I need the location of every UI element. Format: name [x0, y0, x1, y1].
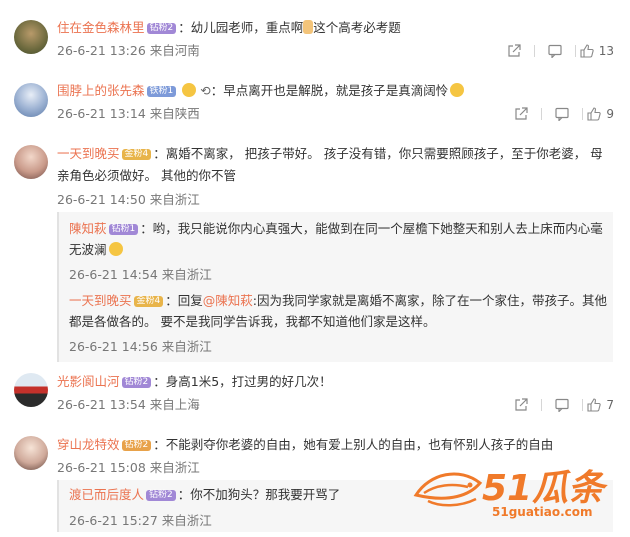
- comment-meta: 26-6-21 13:26 来自河南: [57, 43, 200, 58]
- like-button[interactable]: 9: [587, 106, 614, 122]
- watermark-brand: 51瓜条: [482, 468, 605, 509]
- fan-badge: 铁粉1: [146, 86, 177, 97]
- reply-body: ：你不加狗头？那我要开骂了: [177, 487, 341, 502]
- comment-icon[interactable]: [539, 43, 571, 59]
- comment-body: ：早点离开也是解脱，就是孩子是真滴阔怜: [210, 83, 449, 98]
- username[interactable]: 围脖上的张先森: [57, 83, 145, 98]
- divider: [582, 108, 584, 120]
- reply-meta: 26-6-21 14:56 来自浙江: [69, 339, 212, 354]
- smirk-emoji-icon: [450, 83, 465, 97]
- comment-text: 住在金色森林里 钻粉2 ：幼儿园老师，重点啊 这个高考必考题: [57, 19, 401, 37]
- comment-text: 围脖上的张先森 铁粉1 ⟲：早点离开也是解脱，就是孩子是真滴阔怜: [57, 82, 465, 100]
- username[interactable]: 渡已而后度人: [69, 487, 144, 502]
- divider: [574, 45, 576, 57]
- comment-meta: 26-6-21 13:14 来自陕西: [57, 106, 200, 121]
- comment-item: 围脖上的张先森 铁粉1 ⟲：早点离开也是解脱，就是孩子是真滴阔怜 26-6-21 …: [0, 78, 630, 148]
- thumbs-up-icon: [587, 107, 602, 121]
- like-button[interactable]: 13: [580, 43, 614, 59]
- comment-item: 光影阆山河 钻粉2 ：身高1米5，打过男的好几次！ 26-6-21 13:54 来自…: [0, 370, 630, 430]
- comment-actions: 7: [505, 397, 614, 413]
- fan-badge: 钻粉2: [146, 23, 177, 34]
- avatar[interactable]: [14, 145, 48, 179]
- fan-badge: 金粉4: [121, 149, 152, 160]
- avatar[interactable]: [14, 83, 48, 117]
- comment-body: ：身高1米5，打过男的好几次！: [153, 374, 332, 389]
- like-count: 13: [598, 44, 614, 58]
- avatar[interactable]: [14, 20, 48, 54]
- comment-icon[interactable]: [546, 106, 578, 122]
- comment-meta: 26-6-21 14:50 来自浙江: [57, 192, 200, 207]
- comment-text: 光影阆山河 钻粉2 ：身高1米5，打过男的好几次！: [57, 373, 332, 391]
- fan-badge: 钻粉1: [108, 224, 139, 235]
- comment-item: 一天到晚买 金粉4 ：离婚不离家， 把孩子带好。 孩子没有错，你只需要照顾孩子，至于…: [0, 140, 630, 362]
- username[interactable]: 一天到晚买: [57, 146, 120, 161]
- fan-badge: 钻粉2: [121, 440, 152, 451]
- thumbs-up-emoji-icon: [303, 20, 314, 34]
- arrow-icon: ⟲: [200, 83, 211, 98]
- comment-icon[interactable]: [546, 397, 578, 413]
- comment-text: 穿山龙特效 钻粉2 ：不能剥夺你老婆的自由，她有爱上别人的自由，也有怀别人孩子的自由: [57, 436, 553, 454]
- divider: [541, 399, 543, 411]
- surprised-emoji-icon: [182, 83, 197, 97]
- comment-actions: 13: [498, 43, 614, 59]
- username[interactable]: 穿山龙特效: [57, 437, 120, 452]
- share-icon[interactable]: [505, 397, 537, 413]
- reply-meta: 26-6-21 14:54 来自浙江: [69, 267, 212, 282]
- username[interactable]: 一天到晚买: [69, 293, 132, 308]
- comment-meta: 26-6-21 13:54 来自上海: [57, 397, 200, 412]
- thumbs-up-icon: [580, 44, 594, 58]
- reply-thread: 陳知萩 钻粉1 ：哟，我只能说你内心真强大，能做到在同一个屋檐下她整天和别人去上床而…: [57, 212, 613, 362]
- fan-badge: 钻粉2: [146, 490, 176, 501]
- reply-text: 一天到晚买 金粉4 ：回复@陳知萩:因为我同学家就是离婚不离家，除了在一个家住，带孩…: [69, 290, 609, 332]
- comment-meta: 26-6-21 15:08 来自浙江: [57, 460, 200, 475]
- like-button[interactable]: 7: [587, 397, 614, 413]
- username[interactable]: 陳知萩: [69, 221, 107, 236]
- share-icon[interactable]: [498, 43, 530, 59]
- reply-meta: 26-6-21 15:27 来自浙江: [69, 513, 212, 528]
- avatar[interactable]: [14, 436, 48, 470]
- watermark-logo: 51瓜条 51guatiao.com: [410, 455, 625, 535]
- comment-body: ：不能剥夺你老婆的自由，她有爱上别人的自由，也有怀别人孩子的自由: [153, 437, 554, 452]
- thumbs-up-icon: [587, 398, 602, 412]
- divider: [541, 108, 543, 120]
- reply-body: ：哟，我只能说你内心真强大，能做到在同一个屋檐下她整天和别人去上床而内心毫无波澜: [69, 221, 603, 257]
- like-count: 7: [606, 398, 614, 412]
- fan-badge: 金粉4: [133, 296, 164, 307]
- comment-item: 住在金色森林里 钻粉2 ：幼儿园老师，重点啊 这个高考必考题 26-6-21 13:2…: [0, 0, 630, 70]
- avatar[interactable]: [14, 373, 48, 407]
- like-count: 9: [606, 107, 614, 121]
- sweat-smile-emoji-icon: [108, 242, 123, 256]
- share-icon[interactable]: [505, 106, 537, 122]
- fan-badge: 钻粉2: [121, 377, 152, 388]
- reply-text: 陳知萩 钻粉1 ：哟，我只能说你内心真强大，能做到在同一个屋檐下她整天和别人去上床而…: [69, 218, 609, 260]
- reply-prefix: ：回复: [165, 293, 203, 308]
- watermark-site: 51guatiao.com: [492, 505, 593, 519]
- divider: [533, 45, 535, 57]
- username[interactable]: 光影阆山河: [57, 374, 120, 389]
- comment-body-tail: 这个高考必考题: [313, 20, 401, 35]
- divider: [582, 399, 584, 411]
- comment-actions: 9: [505, 106, 614, 122]
- comment-text: 一天到晚买 金粉4 ：离婚不离家， 把孩子带好。 孩子没有错，你只需要照顾孩子，至于…: [57, 143, 612, 187]
- mention-link[interactable]: @陳知萩: [203, 293, 253, 308]
- username[interactable]: 住在金色森林里: [57, 20, 145, 35]
- comment-body: ：幼儿园老师，重点啊: [178, 20, 304, 35]
